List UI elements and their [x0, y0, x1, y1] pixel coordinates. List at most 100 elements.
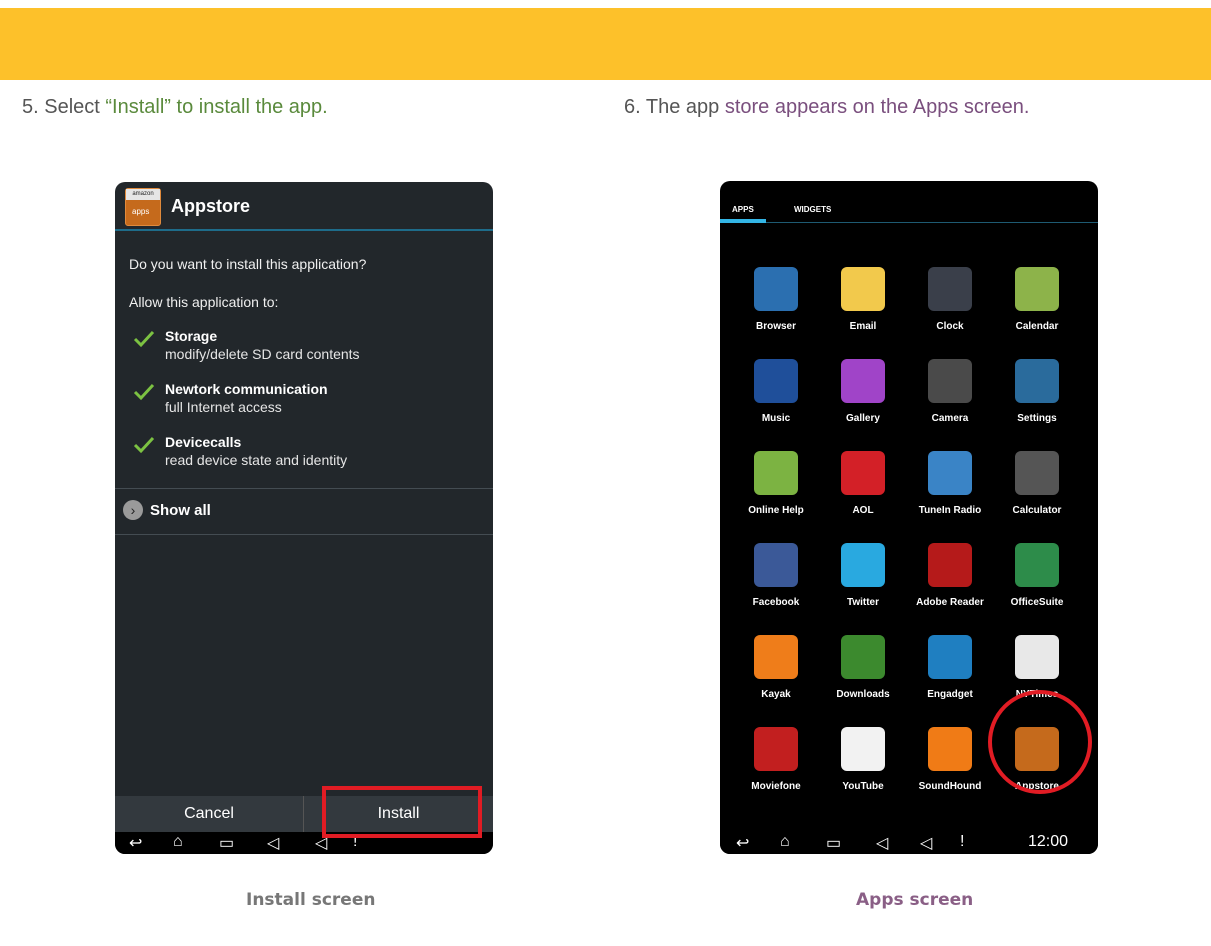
install-screen-caption: Install screen	[246, 890, 376, 910]
tab-apps[interactable]: APPS	[732, 205, 754, 214]
app-label: Clock	[936, 321, 964, 332]
recent-apps-icon[interactable]: ▭	[826, 833, 841, 853]
check-icon	[133, 330, 155, 348]
app-settings[interactable]: Settings	[995, 359, 1075, 439]
app-label: Online Help	[748, 505, 804, 516]
app-label: Camera	[931, 413, 969, 424]
engadget-icon	[928, 635, 972, 679]
app-moviefone[interactable]: Moviefone	[734, 727, 814, 807]
app-youtube[interactable]: YouTube	[821, 727, 901, 807]
app-label: Engadget	[927, 689, 973, 700]
install-screen: amazon apps Appstore Do you want to inst…	[115, 182, 493, 854]
check-icon	[133, 383, 155, 401]
app-downloads[interactable]: Downloads	[821, 635, 901, 715]
app-browser[interactable]: Browser	[734, 267, 814, 347]
header-banner	[0, 8, 1211, 80]
app-adobe-reader[interactable]: Adobe Reader	[908, 543, 988, 623]
app-label: Moviefone	[751, 781, 801, 792]
step-6-instruction: 6. The app store appears on the Apps scr…	[624, 96, 1030, 118]
clock-icon	[928, 267, 972, 311]
app-label: Browser	[755, 321, 796, 332]
allow-label: Allow this application to:	[129, 294, 279, 310]
tab-indicator	[720, 219, 766, 223]
adobe-reader-icon	[928, 543, 972, 587]
app-tunein-radio[interactable]: TuneIn Radio	[908, 451, 988, 531]
app-camera[interactable]: Camera	[908, 359, 988, 439]
nytimes-icon	[1015, 635, 1059, 679]
tab-divider	[720, 222, 1098, 223]
app-label: SoundHound	[918, 781, 982, 792]
install-highlight-box	[322, 786, 482, 838]
camera-icon	[928, 359, 972, 403]
app-aol[interactable]: AOL	[821, 451, 901, 531]
twitter-icon	[841, 543, 885, 587]
permission-network: Newtork communication full Internet acce…	[133, 381, 473, 425]
cancel-button[interactable]: Cancel	[115, 796, 303, 832]
back-icon[interactable]: ↩	[736, 833, 749, 853]
app-label: Calculator	[1012, 505, 1062, 516]
divider	[115, 488, 493, 489]
soundhound-icon	[928, 727, 972, 771]
check-icon	[133, 436, 155, 454]
appstore-highlight-circle	[988, 690, 1092, 794]
step-5-instruction: 5. Select “Install” to install the app.	[22, 96, 328, 118]
app-music[interactable]: Music	[734, 359, 814, 439]
install-question: Do you want to install this application?	[129, 256, 367, 272]
aol-icon	[841, 451, 885, 495]
app-label: YouTube	[842, 781, 884, 792]
app-officesuite[interactable]: OfficeSuite	[995, 543, 1075, 623]
app-label: OfficeSuite	[1010, 597, 1064, 608]
app-label: Facebook	[752, 597, 800, 608]
youtube-icon	[841, 727, 885, 771]
home-icon[interactable]: ⌂	[173, 833, 183, 851]
app-online-help[interactable]: Online Help	[734, 451, 814, 531]
gallery-icon	[841, 359, 885, 403]
app-label: TuneIn Radio	[918, 505, 982, 516]
downloads-icon	[841, 635, 885, 679]
officesuite-icon	[1015, 543, 1059, 587]
browser-icon	[754, 267, 798, 311]
volume-down-icon[interactable]: ◁	[876, 833, 888, 853]
volume-down-icon[interactable]: ◁	[267, 833, 279, 853]
app-label: Music	[761, 413, 791, 424]
app-kayak[interactable]: Kayak	[734, 635, 814, 715]
calendar-icon	[1015, 267, 1059, 311]
system-navbar: ↩ ⌂ ▭ ◁ ◁ ! 12:00	[720, 832, 1098, 854]
back-icon[interactable]: ↩	[129, 833, 142, 853]
tab-bar: APPS WIDGETS	[720, 203, 1098, 223]
app-label: Adobe Reader	[916, 597, 984, 608]
clock-time: 12:00	[1027, 833, 1068, 850]
app-email[interactable]: Email	[821, 267, 901, 347]
moviefone-icon	[754, 727, 798, 771]
music-icon	[754, 359, 798, 403]
email-icon	[841, 267, 885, 311]
app-calculator[interactable]: Calculator	[995, 451, 1075, 531]
show-all-link[interactable]: Show all	[150, 502, 211, 519]
app-gallery[interactable]: Gallery	[821, 359, 901, 439]
app-calendar[interactable]: Calendar	[995, 267, 1075, 347]
volume-up-icon[interactable]: ◁	[920, 833, 932, 853]
settings-icon	[1015, 359, 1059, 403]
home-icon[interactable]: ⌂	[780, 833, 790, 851]
online-help-icon	[754, 451, 798, 495]
divider	[115, 534, 493, 535]
app-clock[interactable]: Clock	[908, 267, 988, 347]
app-facebook[interactable]: Facebook	[734, 543, 814, 623]
recent-apps-icon[interactable]: ▭	[219, 833, 234, 853]
facebook-icon	[754, 543, 798, 587]
dialog-header: amazon apps Appstore	[115, 182, 493, 230]
app-label: Settings	[1017, 413, 1057, 424]
app-label: Downloads	[836, 689, 890, 700]
dialog-title: Appstore	[171, 196, 251, 216]
app-label: Twitter	[846, 597, 880, 608]
app-label: Calendar	[1015, 321, 1059, 332]
app-soundhound[interactable]: SoundHound	[908, 727, 988, 807]
tab-widgets[interactable]: WIDGETS	[794, 205, 831, 214]
app-label: AOL	[852, 505, 874, 516]
notification-icon: !	[960, 833, 965, 850]
appstore-icon: amazon apps	[125, 188, 161, 226]
app-engadget[interactable]: Engadget	[908, 635, 988, 715]
chevron-right-icon[interactable]: ›	[123, 500, 143, 520]
app-twitter[interactable]: Twitter	[821, 543, 901, 623]
app-label: Gallery	[846, 413, 880, 424]
